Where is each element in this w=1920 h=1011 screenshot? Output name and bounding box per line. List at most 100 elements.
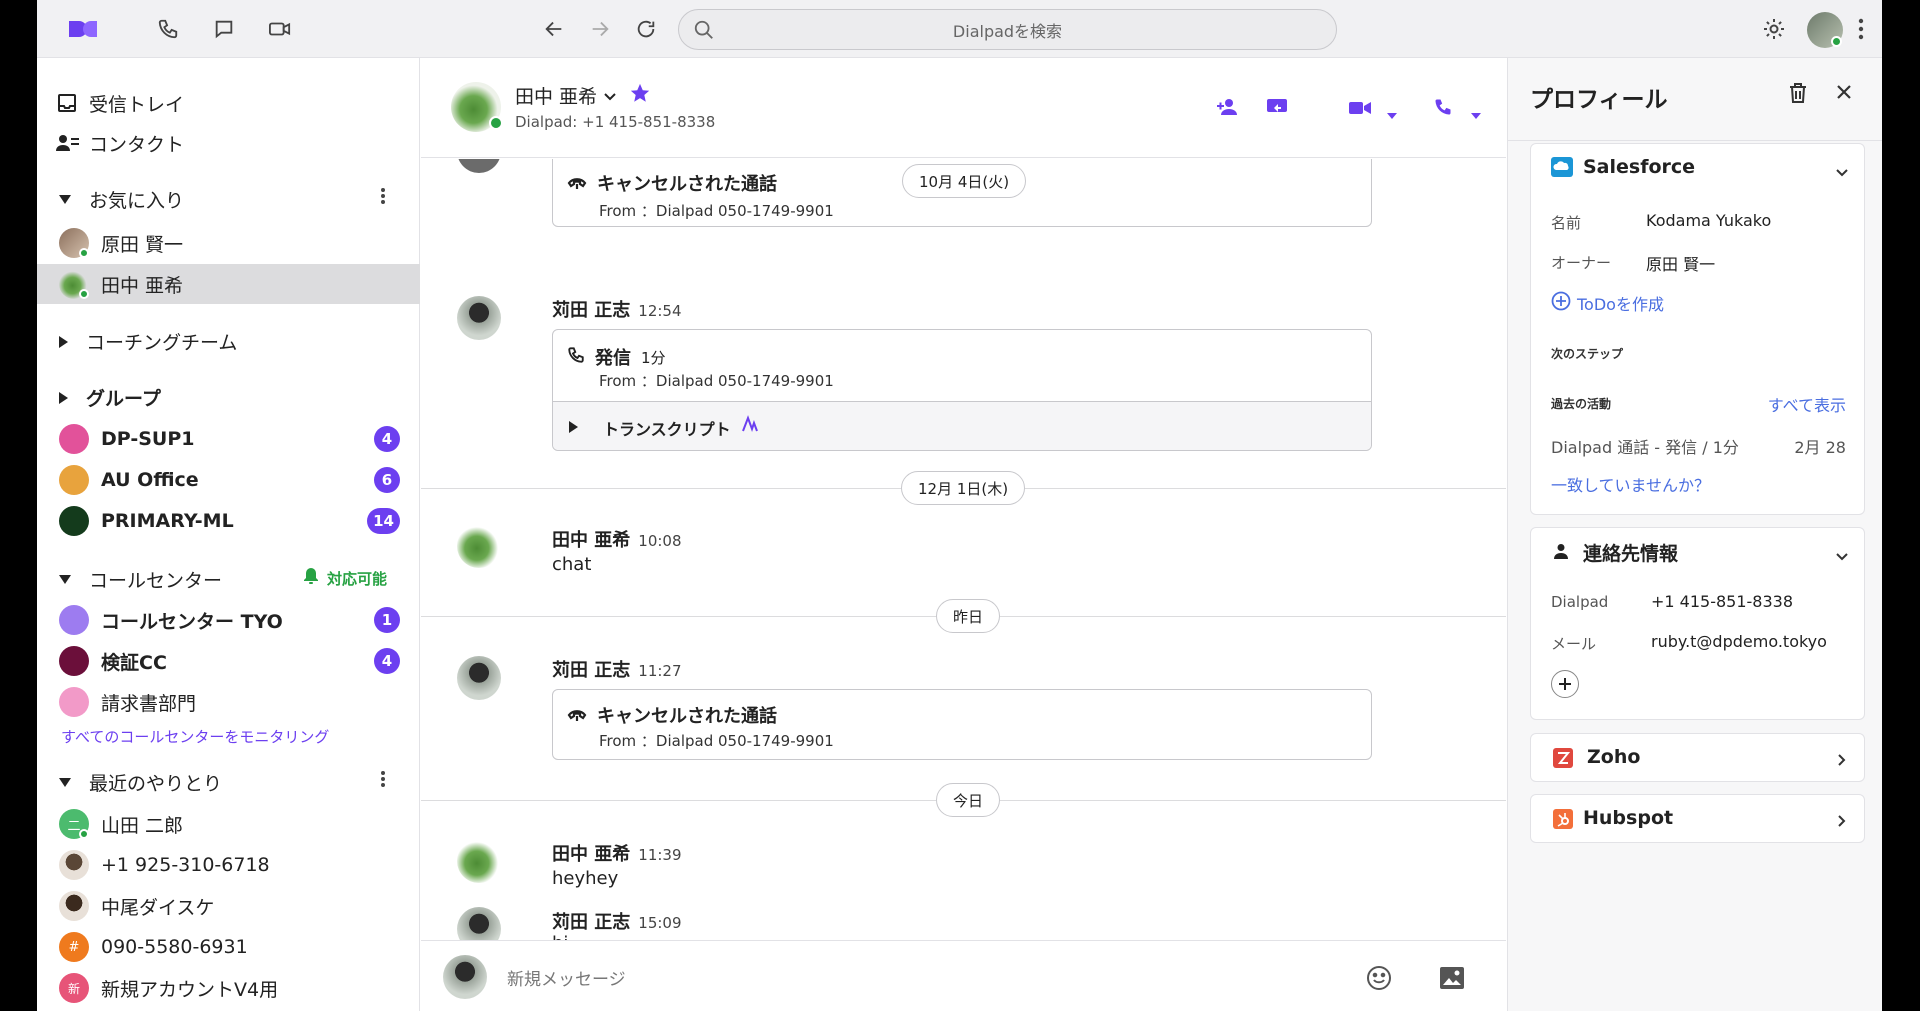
card-title-row: 発信 1分	[567, 344, 666, 370]
reload-icon[interactable]	[633, 16, 659, 42]
zoho-section[interactable]: Zoho	[1530, 733, 1865, 782]
mail-value[interactable]: ruby.t@dpdemo.tokyo	[1651, 632, 1827, 651]
sender-name: 苅田 正志	[552, 300, 631, 321]
contact-name-dropdown[interactable]: 田中 亜希	[515, 82, 651, 109]
sidebar-item-inbox[interactable]: 受信トレイ	[37, 83, 420, 123]
unread-badge: 4	[374, 648, 400, 674]
sender-name: 田中 亜希	[552, 530, 631, 551]
dialpad-logo-icon[interactable]	[65, 16, 101, 42]
video-call-icon[interactable]	[1349, 100, 1371, 119]
gear-icon[interactable]	[1761, 16, 1787, 42]
chevron-down-icon[interactable]	[1836, 546, 1848, 565]
recent-more-icon[interactable]	[381, 771, 385, 787]
screen-share-icon[interactable]	[1266, 98, 1288, 120]
cancelled-call-icon	[567, 705, 587, 726]
favorites-more-icon[interactable]	[381, 188, 385, 204]
trash-icon[interactable]	[1788, 82, 1808, 108]
show-all-link[interactable]: すべて表示	[1768, 392, 1846, 416]
dialpad-number[interactable]: +1 415-851-8338	[1651, 592, 1793, 611]
transcript-toggle[interactable]: トランスクリプト	[553, 401, 1371, 450]
sidebar-item-label: 受信トレイ	[89, 93, 185, 116]
conversation-pane: 田中 亜希 Dialpad: +1 415-851-8338 キャンセルされた通…	[421, 58, 1527, 1011]
close-icon[interactable]	[1836, 84, 1852, 104]
sidebar: 受信トレイ コンタクト お気に入り 原田 賢一 田中 亜希 コーチングチーム グ…	[37, 58, 420, 1011]
card-title: キャンセルされた通話	[597, 174, 777, 195]
more-vertical-icon[interactable]	[1853, 16, 1869, 42]
sidebar-item-recent[interactable]: +1 925-310-6718	[37, 845, 420, 885]
salesforce-section: Salesforce 名前 Kodama Yukako オーナー 原田 賢一 T…	[1530, 143, 1865, 515]
video-icon[interactable]	[267, 16, 293, 42]
outgoing-call-icon	[567, 346, 585, 369]
sidebar-item-recent[interactable]: 二 山田 二郎	[37, 804, 420, 844]
expand-triangle-icon	[569, 421, 578, 433]
add-person-icon[interactable]	[1216, 98, 1240, 120]
chat-icon[interactable]	[211, 16, 237, 42]
sidebar-item-label: 請求書部門	[101, 692, 197, 715]
inbox-icon	[57, 93, 77, 118]
sidebar-item-group[interactable]: AU Office 6	[37, 460, 420, 500]
chevron-right-icon	[1838, 751, 1846, 770]
profile-title: プロフィール	[1530, 87, 1668, 113]
contact-info-section: 連絡先情報 Dialpad +1 415-851-8338 メール ruby.t…	[1530, 527, 1865, 720]
sidebar-item-label: 田中 亜希	[101, 274, 184, 297]
back-arrow-icon[interactable]	[541, 16, 567, 42]
favorites-section-header[interactable]: お気に入り	[59, 186, 184, 213]
sidebar-item-callcenter[interactable]: 検証CC 4	[37, 641, 420, 681]
forward-arrow-icon[interactable]	[587, 16, 613, 42]
image-icon[interactable]	[1439, 966, 1465, 994]
sidebar-item-favorite-selected[interactable]: 田中 亜希	[37, 264, 420, 304]
sidebar-item-label: 原田 賢一	[101, 233, 184, 256]
mismatch-link[interactable]: 一致していませんか？	[1551, 472, 1710, 496]
sidebar-item-label: 新規アカウントV4用	[101, 978, 279, 1001]
message-input[interactable]: 新規メッセージ	[507, 965, 626, 990]
add-contact-info-button[interactable]	[1551, 670, 1579, 698]
sidebar-item-group[interactable]: PRIMARY-ML 14	[37, 501, 420, 541]
dialpad-label: Dialpad	[1551, 593, 1609, 611]
section-title: 連絡先情報	[1583, 543, 1679, 565]
card-title-row: キャンセルされた通話	[567, 702, 777, 728]
sidebar-item-recent[interactable]: 中尾ダイスケ	[37, 886, 420, 926]
person-icon	[1553, 543, 1569, 563]
cancelled-call-card[interactable]: キャンセルされた通話 From ：Dialpad 050-1749-9901	[552, 689, 1372, 760]
search-input[interactable]: Dialpadを検索	[678, 9, 1337, 50]
phone-icon[interactable]	[155, 16, 181, 42]
star-icon[interactable]	[629, 82, 651, 109]
card-subtitle: From ：Dialpad 050-1749-9901	[599, 202, 834, 220]
sidebar-item-callcenter[interactable]: コールセンター TYO 1	[37, 600, 420, 640]
outgoing-call-card[interactable]: 発信 1分 From ：Dialpad 050-1749-9901 トランスクリ…	[552, 329, 1372, 451]
activity-text: Dialpad 通話 - 発信 / 1分	[1551, 438, 1739, 457]
mail-label: メール	[1551, 635, 1597, 653]
emoji-icon[interactable]	[1366, 965, 1392, 995]
sidebar-item-recent[interactable]: 新 新規アカウントV4用	[37, 968, 420, 1008]
avatar	[457, 296, 501, 340]
ai-sparkle-icon	[741, 415, 759, 437]
collapse-triangle-icon	[59, 575, 71, 584]
group-avatar	[59, 465, 89, 495]
callcenter-section-header[interactable]: コールセンター	[59, 566, 222, 593]
groups-section-header[interactable]: グループ	[59, 384, 161, 411]
section-title: Salesforce	[1583, 156, 1696, 178]
sidebar-item-group[interactable]: DP-SUP1 4	[37, 419, 420, 459]
call-options-caret-icon[interactable]	[1471, 104, 1481, 123]
availability-status[interactable]: 対応可能	[303, 567, 387, 589]
sidebar-item-callcenter[interactable]: 請求書部門	[37, 682, 420, 722]
owner-value: 原田 賢一	[1646, 255, 1716, 274]
recent-section-header[interactable]: 最近のやりとり	[59, 769, 222, 796]
section-title: コールセンター	[89, 570, 223, 592]
avatar	[457, 907, 501, 940]
coaching-section-header[interactable]: コーチングチーム	[59, 328, 237, 355]
plus-icon	[1559, 678, 1571, 690]
online-status-dot	[79, 248, 89, 258]
video-options-caret-icon[interactable]	[1387, 104, 1397, 123]
chevron-down-icon[interactable]	[1836, 162, 1848, 181]
call-icon[interactable]	[1433, 97, 1453, 121]
date-separator: 12月 1日(木)	[901, 471, 1026, 505]
create-todo-button[interactable]: ToDoを作成	[1551, 291, 1664, 315]
sidebar-item-recent[interactable]: # 090-5580-6931	[37, 927, 420, 967]
sidebar-item-contacts[interactable]: コンタクト	[37, 123, 420, 163]
contacts-icon	[56, 133, 80, 158]
avatar	[457, 524, 501, 568]
sidebar-item-favorite[interactable]: 原田 賢一	[37, 223, 420, 263]
monitor-callcenters-link[interactable]: すべてのコールセンターをモニタリング	[61, 726, 329, 747]
hubspot-section[interactable]: Hubspot	[1530, 794, 1865, 843]
